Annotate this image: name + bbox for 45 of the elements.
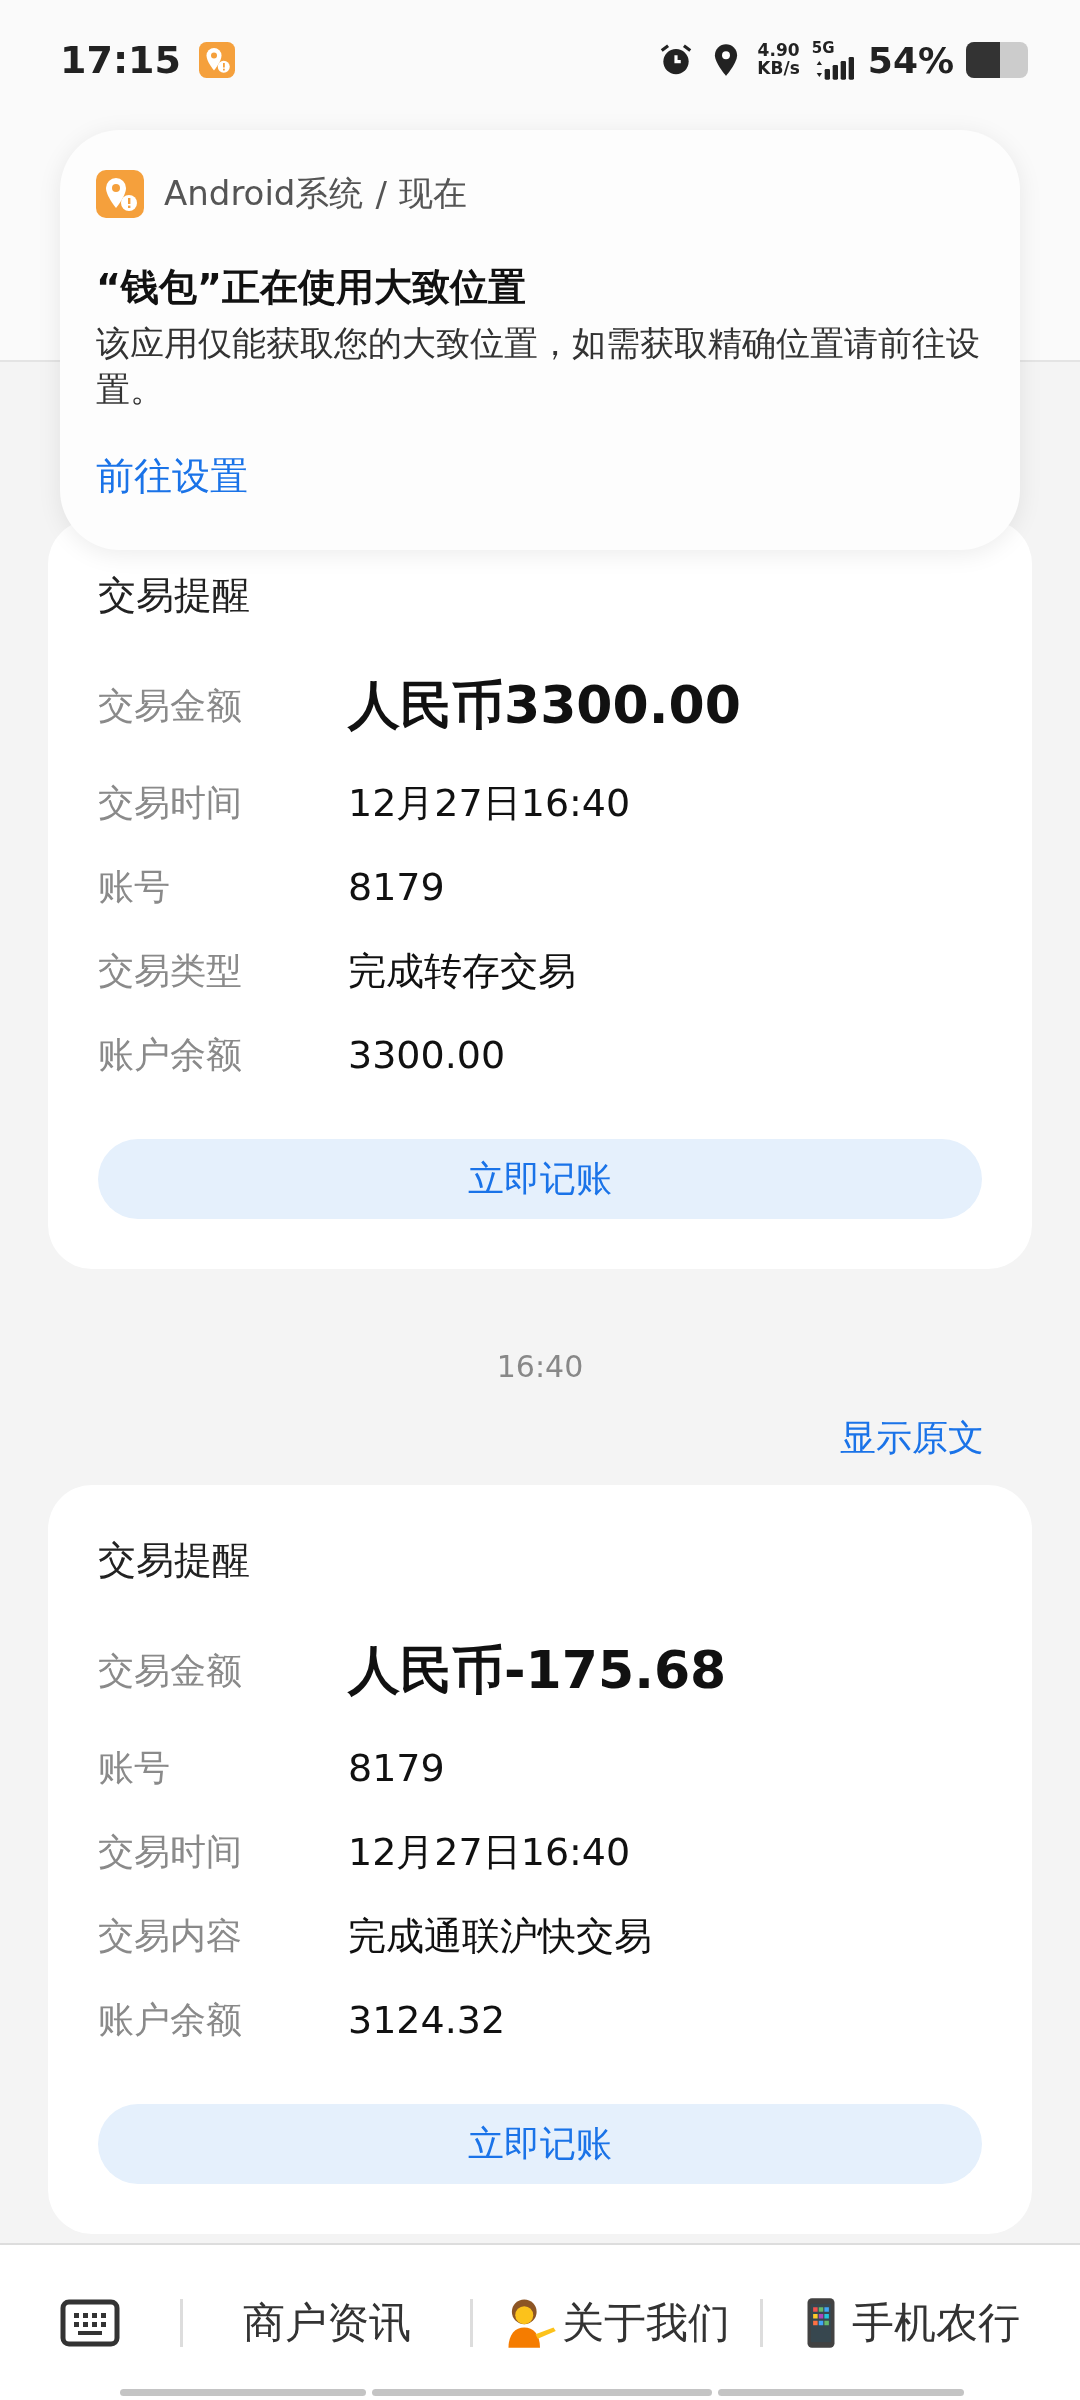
field-label: 账户余额 [98,1032,243,1077]
battery-percent: 54% [867,39,954,81]
amount-value: 人民币3300.00 [348,674,741,737]
field-value: 12月27日16:40 [348,1828,631,1876]
show-original-link[interactable]: 显示原文 [840,1414,984,1463]
notification-body: 该应用仅能获取您的大致位置，如需获取精确位置请前往设置。 [96,322,981,411]
field-label: 账户余额 [98,1997,243,2042]
bookkeeping-button[interactable]: 立即记账 [98,2104,982,2184]
notification-app: Android系统 [164,172,364,215]
location-alert-icon [198,42,235,78]
card-title: 交易提醒 [98,1537,251,1584]
status-time: 17:15 [60,38,181,82]
settings-link[interactable]: 前往设置 [96,450,248,502]
field-label: 账号 [98,864,171,909]
field-value: 完成通联沪快交易 [348,1912,652,1960]
card-title: 交易提醒 [98,572,251,619]
notification-title: “钱包”正在使用大致位置 [96,264,526,311]
network-type: 5G [811,39,836,57]
network-speed: 4.90 [757,42,800,60]
message-time: 16:40 [495,1349,585,1384]
field-label: 交易时间 [98,1829,243,1874]
field-label: 交易时间 [98,780,243,825]
field-value: 8179 [348,1746,445,1790]
field-value: 3124.32 [348,1998,506,2042]
field-label: 交易金额 [98,1648,243,1693]
battery-icon [966,42,1028,78]
location-alert-icon [96,170,144,218]
amount-value: 人民币-175.68 [348,1639,727,1702]
menu-item[interactable]: 手机农行 [763,2294,1050,2351]
separator: / [375,174,387,214]
keyboard-icon[interactable] [60,2298,120,2347]
field-value: 8179 [348,865,445,909]
field-label: 交易内容 [98,1913,243,1958]
field-label: 交易类型 [98,948,243,993]
field-value: 3300.00 [348,1033,506,1077]
network-speed-unit: KB/s [757,60,800,78]
bookkeeping-button[interactable]: 立即记账 [98,1139,982,1219]
field-value: 12月27日16:40 [348,779,631,827]
field-label: 账号 [98,1745,171,1790]
notification-time: 现在 [398,172,467,215]
field-label: 交易金额 [98,683,243,728]
field-value: 完成转存交易 [348,947,576,995]
notification-card[interactable]: Android系统 / 现在 “钱包”正在使用大致位置 该应用仅能获取您的大致位置，如需获取精确位置请前往设置。 前往设置 [60,130,1020,550]
menu-item[interactable]: 关于我们 [473,2294,760,2351]
menu-item[interactable]: 商户资讯 [183,2294,470,2351]
